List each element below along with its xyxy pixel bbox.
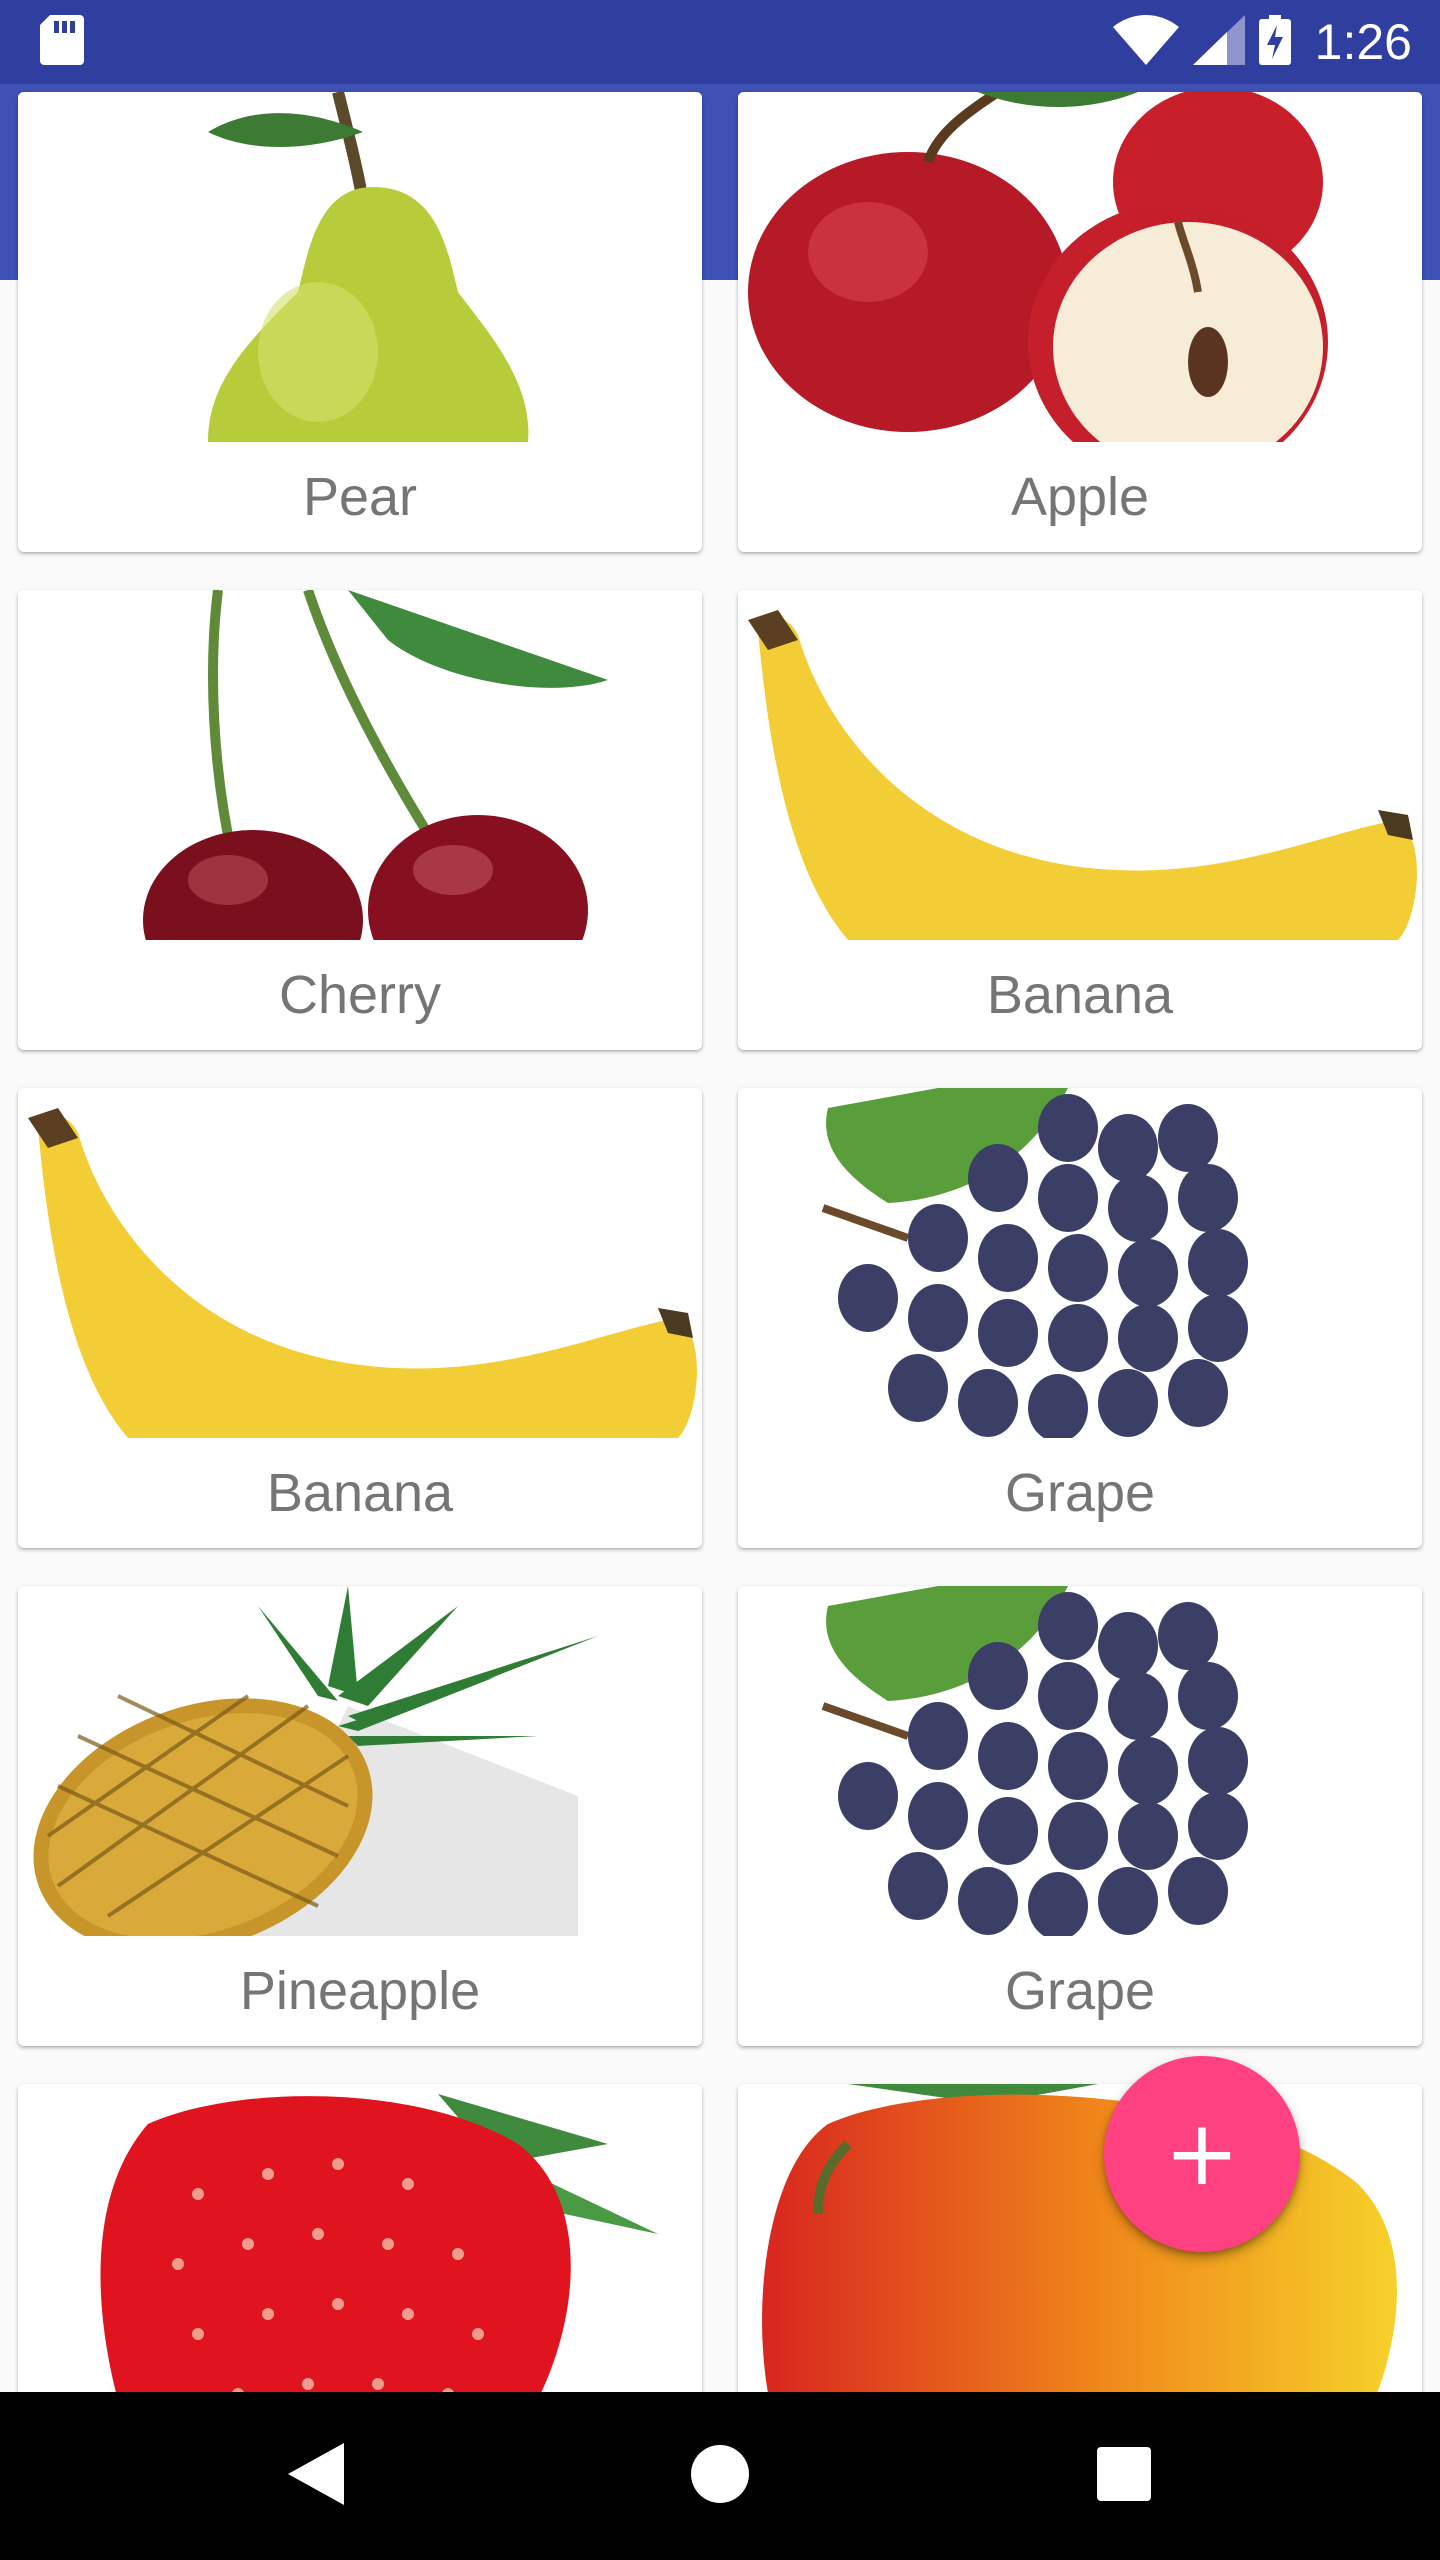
fruit-name: Banana: [986, 965, 1174, 1025]
mango-image: [738, 2084, 1422, 2392]
back-button[interactable]: [216, 2392, 416, 2560]
home-button[interactable]: [620, 2392, 820, 2560]
grape-image: [738, 1586, 1422, 1936]
battery-charging-icon: [1258, 14, 1291, 70]
fruit-name: Pineapple: [239, 1961, 481, 2021]
recents-icon: [1097, 2446, 1151, 2506]
apple-image: [738, 92, 1422, 442]
fruit-name: Banana: [266, 1463, 454, 1523]
recents-button[interactable]: [1024, 2392, 1224, 2560]
wifi-icon: [1112, 14, 1179, 70]
fruit-card-grape[interactable]: Grape: [738, 1586, 1422, 2046]
fruit-card-pear[interactable]: Pear: [18, 92, 702, 552]
add-icon: +: [1164, 2101, 1240, 2206]
cell-signal-icon: [1192, 14, 1245, 70]
back-icon: [288, 2442, 344, 2510]
fruit-card-grape[interactable]: Grape: [738, 1088, 1422, 1548]
pineapple-image: [18, 1586, 702, 1936]
fruit-name: Apple: [1010, 467, 1150, 527]
fruit-name: Grape: [1004, 1961, 1156, 2021]
fruit-card-banana[interactable]: Banana: [738, 590, 1422, 1050]
strawberry-image: [18, 2084, 702, 2392]
fruit-card-banana[interactable]: Banana: [18, 1088, 702, 1548]
pear-image: [18, 92, 702, 442]
cherry-image: [18, 590, 702, 940]
add-button[interactable]: +: [1104, 2056, 1300, 2252]
fruit-name: Grape: [1004, 1463, 1156, 1523]
navigation-bar: [0, 2392, 1440, 2560]
fruit-grid: Pear Apple Cherry Banana Banana Grape Pi…: [0, 0, 1440, 2392]
grape-image: [738, 1088, 1422, 1438]
fruit-card-strawberry[interactable]: [18, 2084, 702, 2392]
home-icon: [691, 2444, 749, 2508]
banana-image: [738, 590, 1422, 940]
banana-image: [18, 1088, 702, 1438]
fruit-card-mango[interactable]: [738, 2084, 1422, 2392]
fruit-card-pineapple[interactable]: Pineapple: [18, 1586, 702, 2046]
screen: Pear Apple Cherry Banana Banana Grape Pi…: [0, 0, 1440, 2560]
sd-card-icon: [40, 14, 84, 70]
fruit-card-cherry[interactable]: Cherry: [18, 590, 702, 1050]
status-bar: 1:26: [0, 0, 1440, 84]
fruit-card-apple[interactable]: Apple: [738, 92, 1422, 552]
status-time: 1:26: [1314, 14, 1412, 70]
fruit-name: Pear: [302, 467, 418, 527]
fruit-name: Cherry: [278, 965, 442, 1025]
